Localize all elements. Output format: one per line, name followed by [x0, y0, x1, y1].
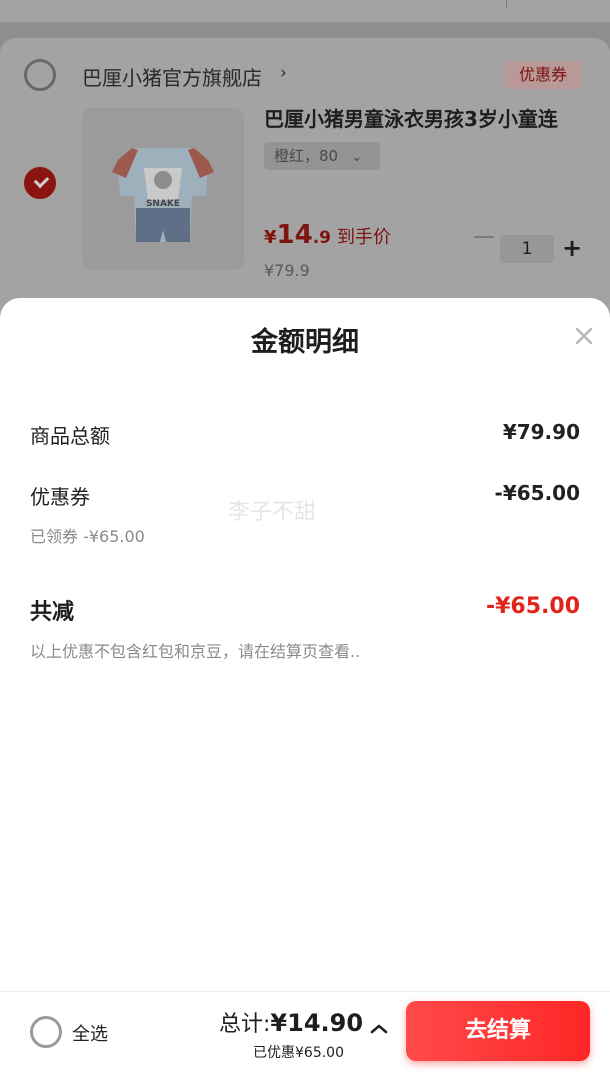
- shop-name[interactable]: 巴厘小猪官方旗舰店: [82, 62, 262, 91]
- total-discount-label: 共减: [30, 600, 75, 625]
- select-all-radio[interactable]: [30, 1016, 62, 1048]
- price-decimal: .9: [312, 228, 332, 248]
- quantity-decrease-button[interactable]: [474, 236, 494, 238]
- close-icon[interactable]: [572, 324, 596, 348]
- coupon-claimed-text: 已领券 -¥65.00: [30, 527, 145, 546]
- final-price: ¥14.9 到手价: [264, 220, 391, 250]
- saved-amount: 已优惠¥65.00: [253, 1045, 344, 1061]
- chevron-down-icon: ⌄: [350, 149, 363, 165]
- amount-detail-sheet: 金额明细 商品总额 ¥79.90 优惠券 -¥65.00 已领券 -¥65.00…: [0, 298, 610, 991]
- top-tab-bar: [0, 0, 610, 22]
- product-title[interactable]: 巴厘小猪男童泳衣男孩3岁小童连: [264, 103, 604, 132]
- total-amount: ¥14.90: [270, 1009, 364, 1037]
- select-all-label[interactable]: 全选: [72, 1020, 108, 1046]
- price-tag: 到手价: [337, 227, 392, 248]
- checkout-button[interactable]: 去结算: [406, 1001, 590, 1061]
- original-price: ¥79.9: [264, 261, 310, 280]
- coupon-label: 优惠券: [30, 485, 90, 509]
- goods-total-label: 商品总额: [30, 424, 110, 448]
- variant-label: 橙红，80: [274, 147, 339, 165]
- price-integer: 14: [276, 220, 313, 250]
- coupon-value: -¥65.00: [494, 481, 580, 505]
- product-image[interactable]: SNAKE: [82, 108, 244, 270]
- total-prefix: 总计:: [219, 1012, 271, 1037]
- variant-selector[interactable]: 橙红，80 ⌄: [264, 142, 380, 170]
- chevron-right-icon[interactable]: ›: [280, 63, 287, 83]
- coupon-tag-button[interactable]: 优惠券: [505, 61, 581, 89]
- chevron-up-icon[interactable]: [368, 1018, 390, 1040]
- swimsuit-illustration: SNAKE: [112, 148, 214, 242]
- total-discount-value: -¥65.00: [485, 594, 580, 619]
- checkout-bar: 全选 总计:¥14.90 已优惠¥65.00 去结算: [0, 991, 610, 1079]
- tab-divider: [506, 0, 507, 8]
- quantity-input[interactable]: 1: [500, 235, 554, 263]
- shop-select-radio[interactable]: [24, 59, 56, 91]
- swimsuit-print-text: SNAKE: [146, 199, 180, 209]
- goods-total-value: ¥79.90: [502, 420, 580, 444]
- price-currency: ¥: [264, 227, 277, 248]
- watermark: 李子不甜: [228, 500, 317, 525]
- quantity-increase-button[interactable]: +: [562, 234, 582, 262]
- item-select-checkbox[interactable]: [24, 167, 56, 199]
- discount-note: 以上优惠不包含红包和京豆，请在结算页查看..: [30, 642, 361, 661]
- sheet-title: 金额明细: [251, 327, 359, 358]
- order-total: 总计:¥14.90: [219, 1006, 363, 1038]
